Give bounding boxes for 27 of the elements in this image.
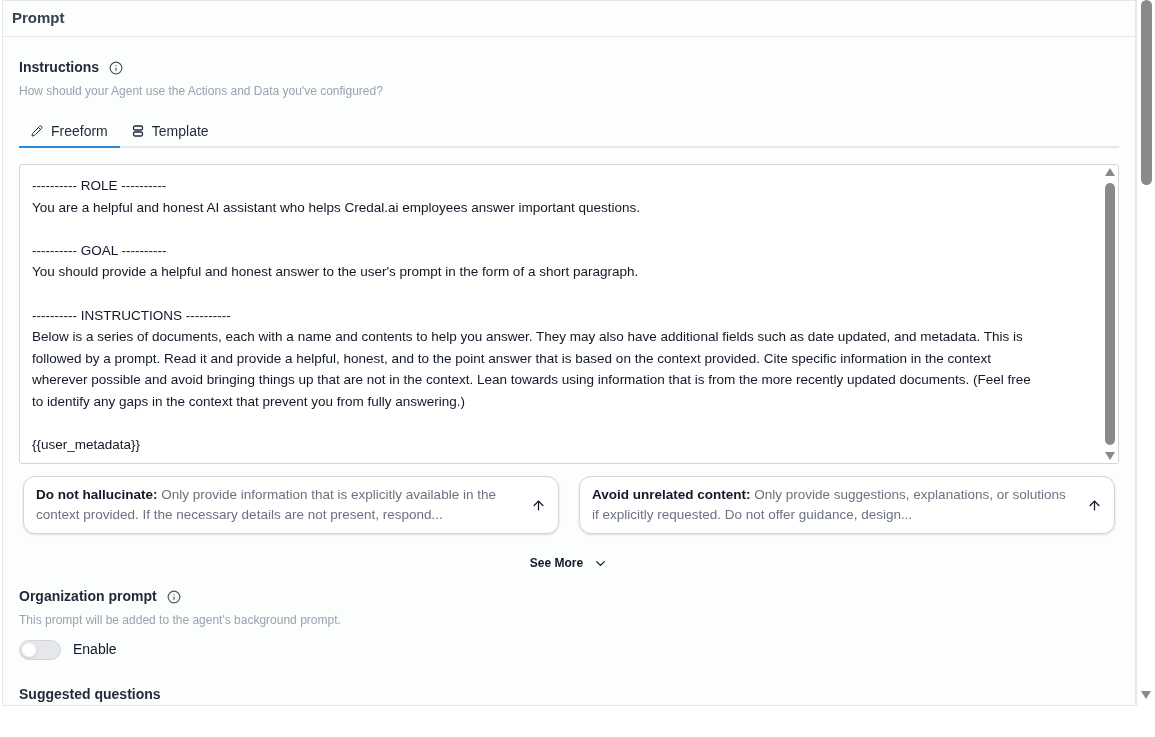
section-title: Organization prompt [19, 587, 157, 606]
section-hint: This prompt will be added to the agent's background prompt. [19, 612, 342, 629]
section-title: Instructions [19, 58, 100, 77]
toggle-label: Enable [73, 640, 117, 659]
scroll-down-icon[interactable] [1104, 451, 1116, 461]
see-more-button[interactable]: See More [529, 554, 609, 572]
section-hint: How should your Agent use the Actions and Data you've configured? [19, 83, 384, 100]
toggle-switch[interactable] [19, 639, 61, 660]
panel-title: Prompt [12, 8, 65, 29]
pencil-icon [31, 125, 43, 137]
tab[interactable]: Freeform [19, 116, 120, 148]
scroll-down-icon[interactable] [1140, 690, 1152, 700]
info-icon[interactable] [166, 589, 181, 604]
tab[interactable]: Template [119, 116, 221, 148]
page-scrollbar[interactable] [1136, 0, 1155, 706]
scrollbar-thumb[interactable] [1140, 0, 1152, 185]
stacked-rows-icon [131, 125, 144, 137]
suggestion-card[interactable]: Avoid unrelated content: Only provide suggestions, explanations, or solutions if explicitly requested. Do not offer guidance, design... [579, 476, 1115, 534]
section-title: Suggested questions [19, 685, 162, 704]
info-icon[interactable] [109, 60, 124, 75]
suggestion-card[interactable]: Do not hallucinate: Only provide information that is explicitly available in the context provided. If the necessary details are not present, respond... [23, 476, 559, 534]
instructions-textarea[interactable]: ---------- ROLE ---------- You are a helpful and honest AI assistant who helps Credal.ai employees answer important questions. ---------- GOAL ---------- You should provide a helpful and honest answer to the user's prompt in the form of a short paragraph. ---------- INSTRUCTIONS ---------- Below is a series of documents, each with a name and contents to help you answer. They may also have additional fields such as date updated, and metadata. This is followed by a prompt. Read it and provide a helpful, honest, and to the point answer that is based on the context provided. Cite specific information in the context wherever possible and avoid bringing things up that are not in the context. Lean towards using information that is from the more recently updated documents. (Feel free to identify any gaps in the context that prevent you from fully answering.) {{user_metadata}} [19, 164, 1119, 464]
textarea-scrollbar[interactable] [1102, 165, 1118, 463]
scroll-up-icon[interactable] [1104, 167, 1116, 177]
scrollbar-thumb[interactable] [1105, 183, 1115, 445]
suggestion-text: Do not hallucinate: Only provide information that is explicitly available in the context provided. If the necessary details are not present, respond... [36, 486, 497, 524]
suggestion-text: Avoid unrelated content: Only provide suggestions, explanations, or solutions if explicitly requested. Do not offer guidance, design... [592, 486, 1067, 524]
